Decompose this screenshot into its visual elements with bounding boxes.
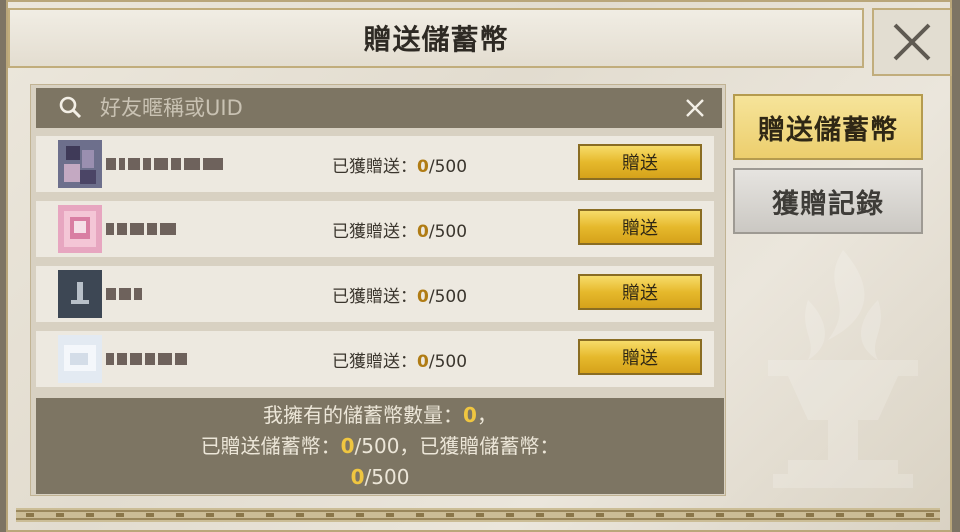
- search-icon: [59, 96, 82, 119]
- search-input[interactable]: [98, 89, 682, 127]
- friend-row: 已獲贈送：0/500 贈送: [36, 266, 714, 322]
- friend-name-blurred: [106, 286, 142, 302]
- friend-avatar: [58, 140, 102, 188]
- dialog-title: 贈送儲蓄幣: [363, 23, 509, 56]
- friend-row: 已獲贈送：0/500 贈送: [36, 331, 714, 387]
- summary-line-1: 我擁有的儲蓄幣數量：0，: [263, 402, 497, 427]
- savings-summary: 我擁有的儲蓄幣數量：0， 已贈送儲蓄幣：0/500，已獲贈儲蓄幣： 0/500: [36, 398, 724, 494]
- received-count: 已獲贈送：0/500: [332, 352, 468, 372]
- close-icon: [893, 23, 931, 61]
- received-count: 已獲贈送：0/500: [332, 157, 468, 177]
- friend-avatar: [58, 270, 102, 318]
- friend-name-blurred: [106, 351, 187, 367]
- friend-avatar: [58, 335, 102, 383]
- friend-row: 已獲贈送：0/500 贈送: [36, 136, 714, 192]
- clear-search-icon[interactable]: [682, 95, 708, 121]
- gift-button[interactable]: 贈送: [578, 144, 702, 180]
- greek-key-border: [16, 508, 940, 522]
- search-bar: [36, 88, 722, 128]
- brazier-decoration-icon: [768, 250, 918, 488]
- friend-row: 已獲贈送：0/500 贈送: [36, 201, 714, 257]
- received-count: 已獲贈送：0/500: [332, 287, 468, 307]
- dialog-title-bar: 贈送儲蓄幣: [8, 8, 864, 68]
- gift-button[interactable]: 贈送: [578, 339, 702, 375]
- tab-gift-savings[interactable]: 贈送儲蓄幣: [733, 94, 923, 160]
- received-count: 已獲贈送：0/500: [332, 222, 468, 242]
- tab-received-record[interactable]: 獲贈記錄: [733, 168, 923, 234]
- friend-avatar: [58, 205, 102, 253]
- summary-line-3: 0/500: [350, 464, 410, 489]
- friend-name-blurred: [106, 221, 176, 237]
- gift-button[interactable]: 贈送: [578, 274, 702, 310]
- gift-button[interactable]: 贈送: [578, 209, 702, 245]
- close-button[interactable]: [872, 8, 952, 76]
- summary-line-2: 已贈送儲蓄幣：0/500，已獲贈儲蓄幣：: [200, 433, 560, 458]
- friend-name-blurred: [106, 156, 223, 172]
